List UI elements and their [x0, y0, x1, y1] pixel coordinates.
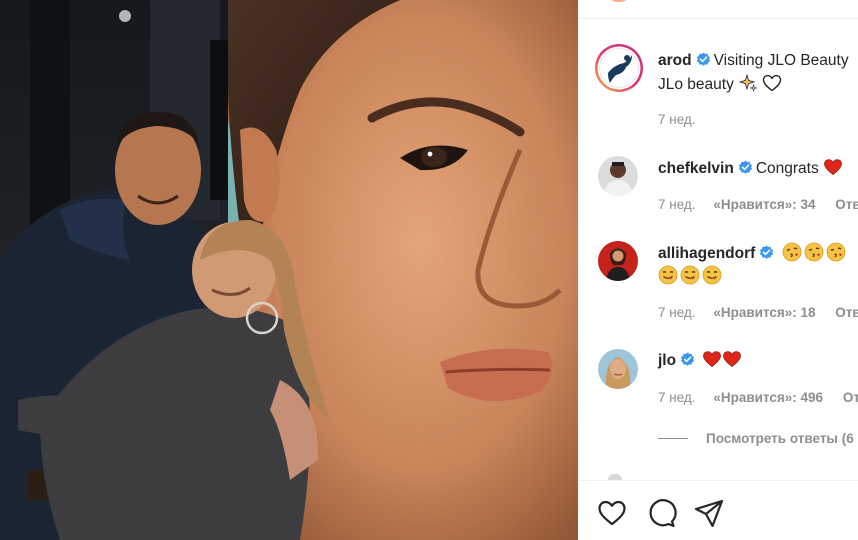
comment-username[interactable]: jlo — [658, 352, 676, 369]
post-caption: arod Visiting JLO Beauty — [658, 50, 849, 72]
kiss-emoji-icon — [782, 242, 802, 262]
commenter-avatar-jlo[interactable] — [598, 349, 638, 389]
comment-username[interactable]: allihagendorf — [658, 245, 755, 262]
reply-button[interactable]: Ответить — [835, 305, 858, 320]
bottom-divider — [578, 480, 858, 481]
comment-age: 7 нед. — [658, 197, 696, 212]
post-age-text: 7 нед. — [658, 112, 696, 127]
comment-allihagendorf: allihagendorf — [658, 242, 848, 265]
red-heart-emoji-icon — [703, 351, 722, 368]
comment-meta: 7 нед. «Нравится»: 496 Ответить — [658, 390, 858, 405]
comment-username[interactable]: chefkelvin — [658, 160, 734, 177]
verified-badge-icon — [696, 52, 710, 66]
speech-bubble-icon[interactable] — [645, 497, 677, 529]
comment-likes-count[interactable]: «Нравится»: 18 — [713, 305, 815, 320]
red-heart-emoji-icon — [723, 351, 742, 368]
caption-line-1: Visiting JLO Beauty — [713, 52, 849, 69]
comment-likes-count[interactable]: «Нравится»: 496 — [713, 390, 823, 405]
photo-illustration — [0, 0, 578, 540]
yum-emoji-icon — [658, 265, 678, 285]
comment-likes-count[interactable]: «Нравится»: 34 — [713, 197, 815, 212]
author-username[interactable]: arod — [658, 52, 692, 69]
heart-outline-icon[interactable] — [596, 497, 628, 529]
comment-text: Congrats — [755, 160, 819, 177]
comment-chefkelvin: chefkelvin Congrats — [658, 158, 843, 180]
comment-age: 7 нед. — [658, 390, 696, 405]
comment-meta: 7 нед. «Нравится»: 34 Ответить — [658, 197, 858, 212]
replies-divider-line — [658, 438, 688, 439]
comments-panel: arod Visiting JLO Beauty JLo beauty 7 нед… — [578, 0, 858, 540]
white-heart-emoji-icon — [763, 74, 782, 92]
commenter-avatar-chefkelvin[interactable] — [598, 156, 638, 196]
view-replies-button[interactable]: Посмотреть ответы (6 — [658, 431, 854, 446]
paper-plane-icon[interactable] — [693, 497, 725, 529]
verified-badge-icon — [738, 160, 752, 174]
reply-button[interactable]: Ответить — [835, 197, 858, 212]
verified-badge-icon — [681, 352, 695, 366]
commenter-avatar-allihagendorf[interactable] — [598, 241, 638, 281]
top-divider — [578, 18, 858, 19]
caption-line-2: JLo beauty — [658, 76, 734, 93]
sparkles-emoji-icon — [738, 73, 758, 93]
red-heart-emoji-icon — [824, 159, 842, 176]
post-photo — [0, 0, 578, 540]
yum-emoji-icon — [680, 265, 700, 285]
caption-second-line: JLo beauty — [658, 73, 782, 96]
reply-button[interactable]: Ответить — [843, 390, 858, 405]
comment-jlo: jlo — [658, 350, 742, 372]
author-avatar[interactable] — [594, 43, 644, 93]
kiss-emoji-icon — [826, 242, 846, 262]
post-age: 7 нед. — [658, 112, 696, 127]
view-replies-label: Посмотреть ответы (6 — [706, 431, 854, 446]
previous-avatar-edge — [606, 0, 632, 2]
kiss-emoji-icon — [804, 242, 824, 262]
yum-emoji-icon — [702, 265, 722, 285]
comment-age: 7 нед. — [658, 305, 696, 320]
comment-allihagendorf-line2 — [658, 265, 724, 288]
comment-meta: 7 нед. «Нравится»: 18 Ответить — [658, 305, 858, 320]
verified-badge-icon — [760, 245, 774, 259]
